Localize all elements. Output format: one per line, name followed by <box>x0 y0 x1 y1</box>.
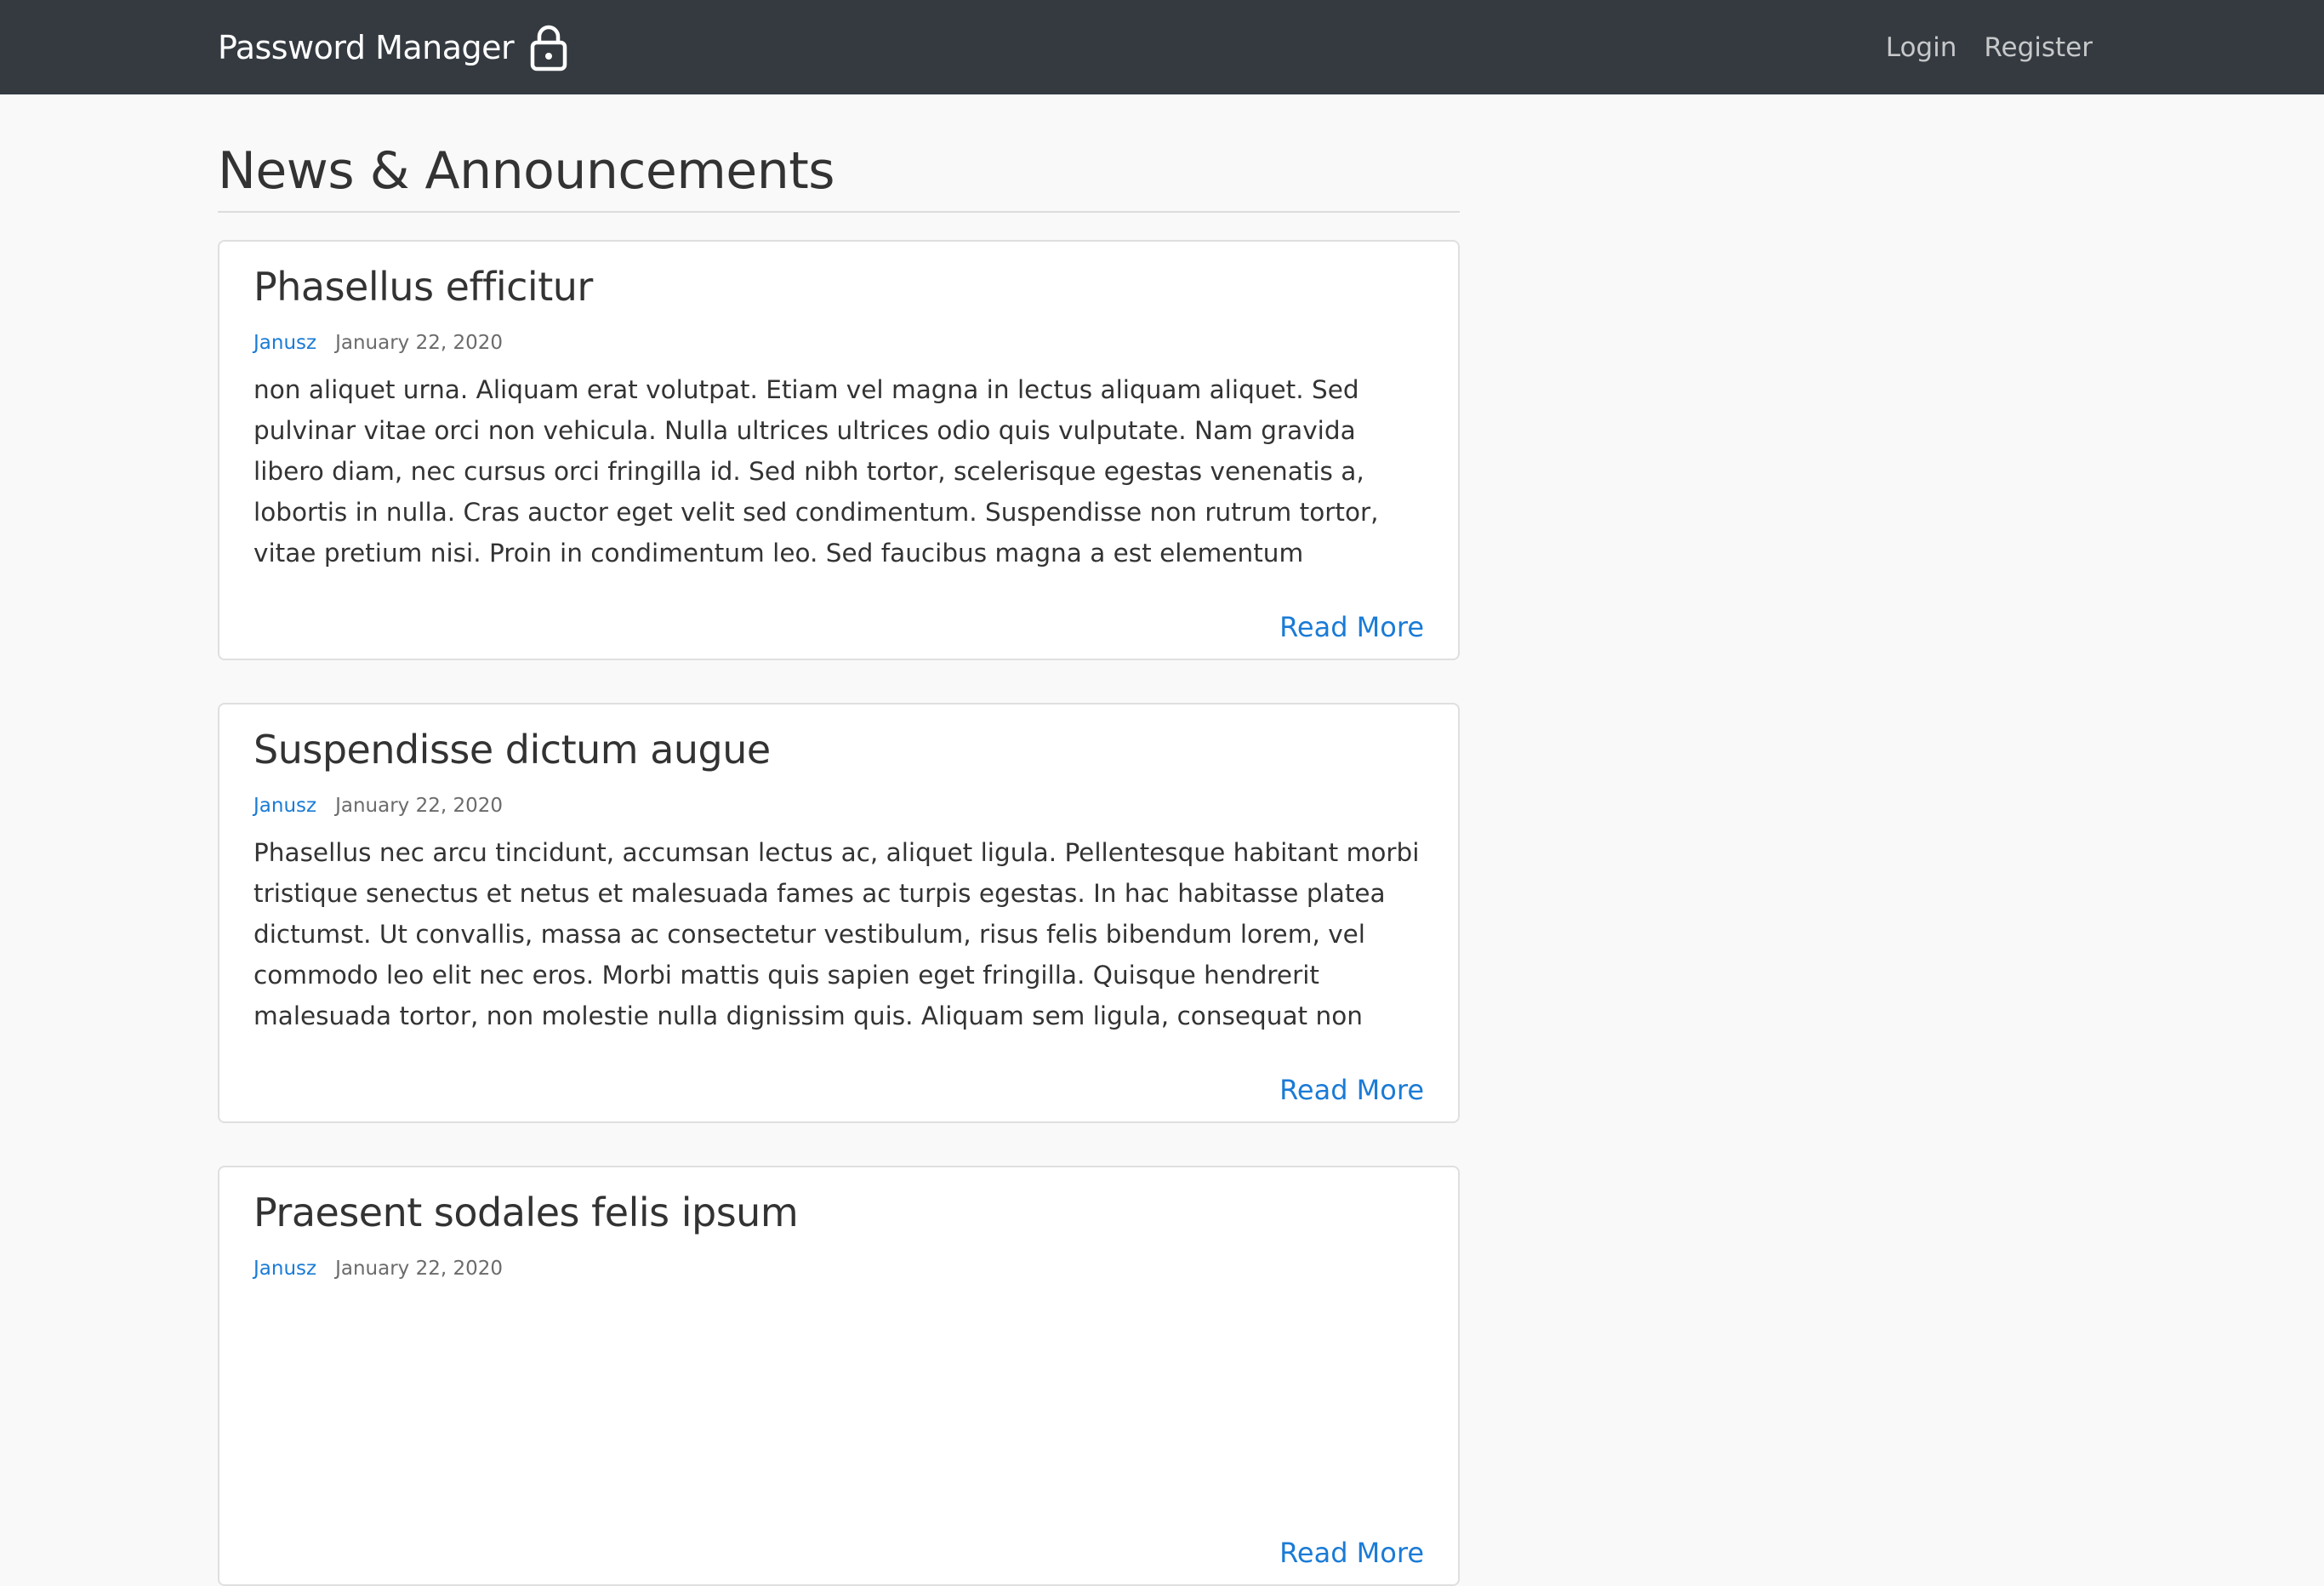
post-excerpt: non aliquet urna. Aliquam erat volutpat.… <box>253 375 1379 568</box>
nav-login-link[interactable]: Login <box>1886 32 1957 63</box>
news-card: Suspendisse dictum augue Janusz January … <box>218 703 1460 1123</box>
news-card: Praesent sodales felis ipsum Janusz Janu… <box>218 1166 1460 1586</box>
nav-register-link[interactable]: Register <box>1984 32 2093 63</box>
post-excerpt: Phasellus nec arcu tincidunt, accumsan l… <box>253 838 1420 1030</box>
page-title: News & Announcements <box>218 141 1460 213</box>
post-title: Phasellus efficitur <box>253 264 593 310</box>
post-author-link[interactable]: Janusz <box>253 1256 316 1281</box>
brand-link[interactable]: Password Manager <box>218 0 568 94</box>
post-excerpt <box>253 1295 1424 1499</box>
main-content: News & Announcements Phasellus efficitur… <box>218 94 1460 1586</box>
post-date: January 22, 2020 <box>335 795 504 817</box>
nav-links: Login Register <box>1886 0 2093 94</box>
post-meta: Janusz January 22, 2020 <box>253 1256 1424 1281</box>
lock-icon <box>530 25 567 71</box>
brand-name: Password Manager <box>218 28 515 66</box>
post-date: January 22, 2020 <box>335 1258 504 1280</box>
top-navbar: Password Manager Login Register <box>0 0 2324 94</box>
post-meta: Janusz January 22, 2020 <box>253 793 1424 819</box>
post-title: Praesent sodales felis ipsum <box>253 1190 799 1235</box>
post-author-link[interactable]: Janusz <box>253 793 316 819</box>
read-more-link[interactable]: Read More <box>1279 611 1424 643</box>
post-meta: Janusz January 22, 2020 <box>253 330 1424 356</box>
news-card: Phasellus efficitur Janusz January 22, 2… <box>218 240 1460 660</box>
read-more-link[interactable]: Read More <box>1279 1537 1424 1569</box>
read-more-link[interactable]: Read More <box>1279 1074 1424 1106</box>
post-author-link[interactable]: Janusz <box>253 330 316 356</box>
post-date: January 22, 2020 <box>335 332 504 354</box>
post-title: Suspendisse dictum augue <box>253 727 771 773</box>
